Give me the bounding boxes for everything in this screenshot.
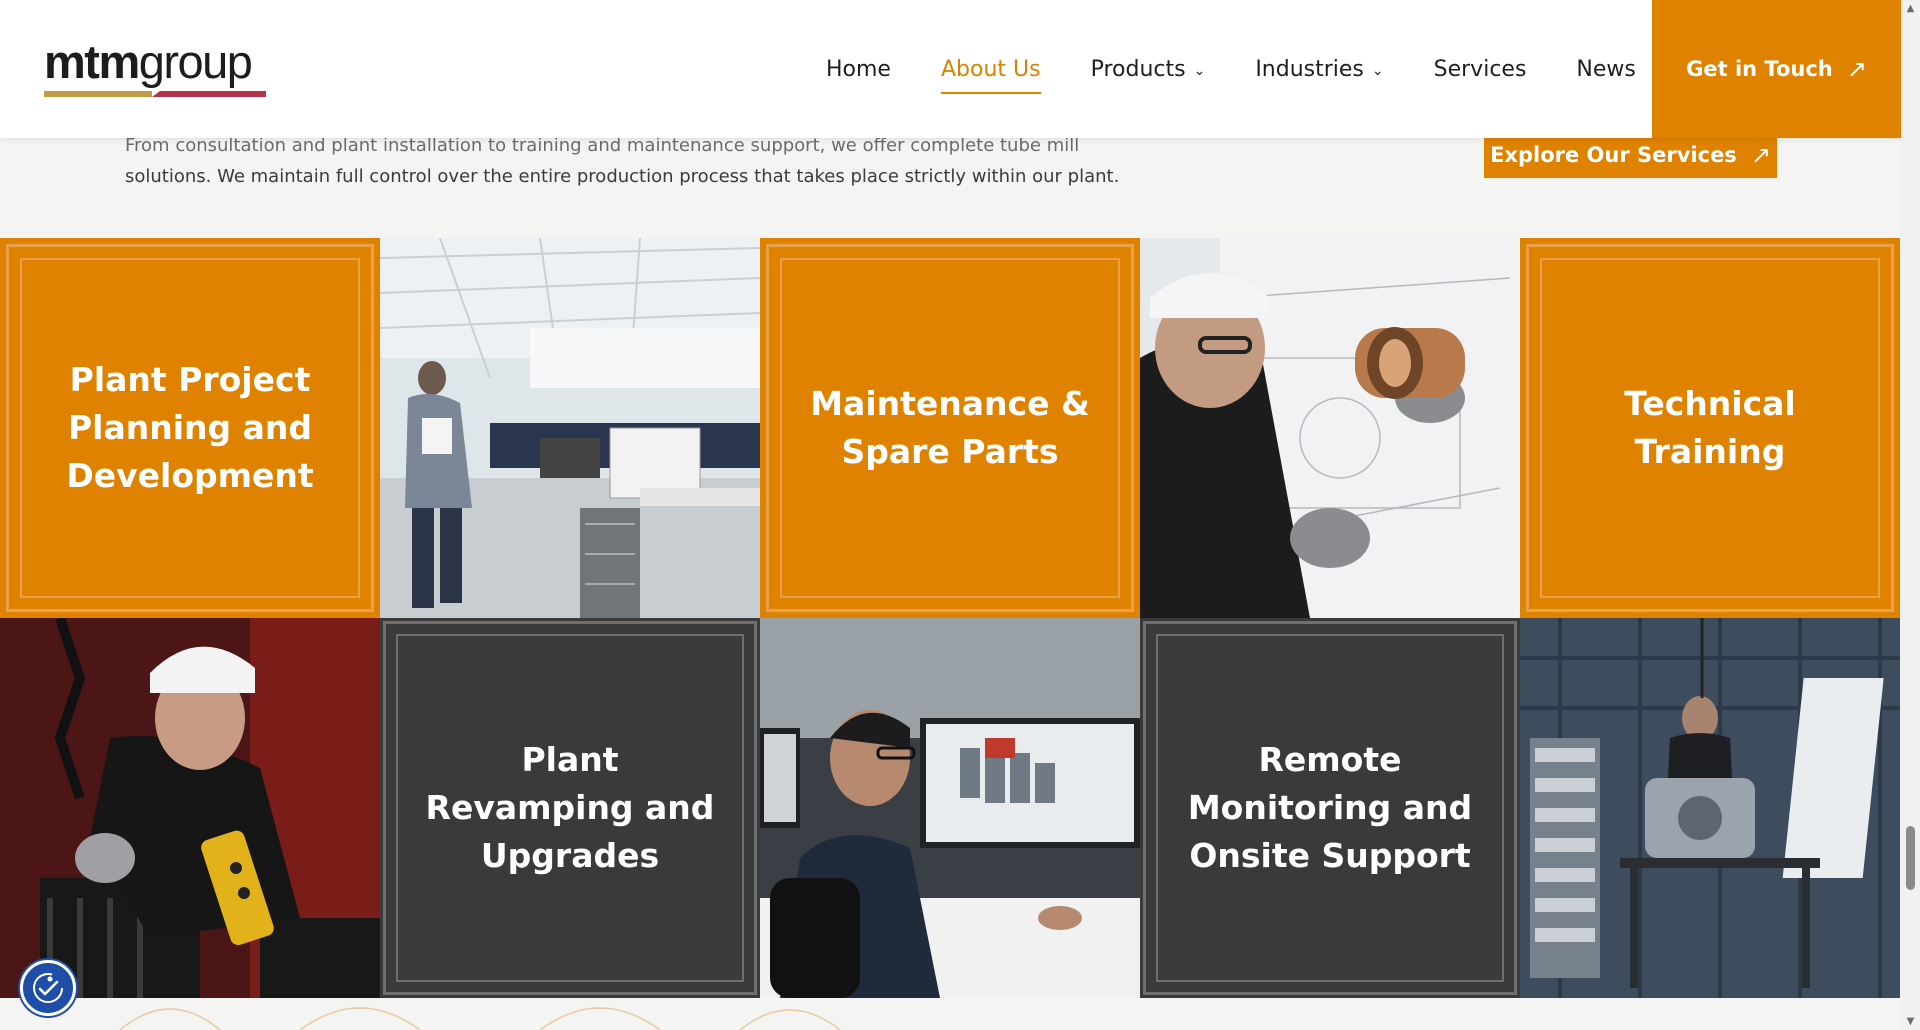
nav-home[interactable]: Home (826, 57, 891, 82)
nav-industries[interactable]: Industries ⌄ (1255, 57, 1383, 82)
photo-cad-engineer (760, 618, 1140, 998)
tile-plant-project-planning[interactable]: Plant Project Planning and Development (0, 238, 380, 618)
tile-title: Plant Revamping and Upgrades (425, 740, 715, 875)
tile-remote-monitoring[interactable]: Remote Monitoring and Onsite Support (1140, 618, 1520, 998)
scroll-thumb[interactable] (1906, 826, 1915, 890)
arrow-up-right-icon: ↗ (1846, 55, 1867, 83)
main-nav: Home About Us Products ⌄ Industries ⌄ Serv… (826, 0, 1686, 138)
tile-title: Plant Project Planning and Development (66, 360, 314, 495)
tile-title: Technical Training (1624, 384, 1796, 471)
accessibility-icon[interactable] (20, 960, 76, 1016)
logo-text-light: group (138, 35, 253, 88)
explore-services-button[interactable]: Explore Our Services ↗ (1484, 132, 1777, 178)
photo-engineer-part (1140, 238, 1520, 618)
tile-title: Maintenance & Spare Parts (810, 384, 1090, 471)
photo-office (380, 238, 760, 618)
chevron-down-icon: ⌄ (1193, 63, 1206, 79)
photo-workshop-technician (1520, 618, 1900, 998)
arrow-up-right-icon: ↗ (1750, 141, 1771, 169)
nav-products[interactable]: Products ⌄ (1091, 57, 1206, 82)
tile-technical-training[interactable]: Technical Training (1520, 238, 1900, 618)
tile-title: Remote Monitoring and Onsite Support (1187, 740, 1473, 875)
scroll-down-icon[interactable]: ▼ (1901, 1013, 1920, 1030)
site-header: mtmgroup Home About Us Products ⌄ Industr… (0, 0, 1901, 138)
page-scrollbar[interactable]: ▲ ▼ (1901, 0, 1920, 1030)
mtm-group-logo[interactable]: mtmgroup (44, 34, 274, 104)
tile-maintenance-spare-parts[interactable]: Maintenance & Spare Parts (760, 238, 1140, 618)
nav-services[interactable]: Services (1434, 57, 1527, 82)
logo-underline (44, 91, 266, 97)
scroll-up-icon[interactable]: ▲ (1901, 0, 1920, 17)
bottom-decoration (0, 998, 1901, 1030)
services-grid: Plant Project Planning and Development M… (0, 238, 1901, 998)
tile-plant-revamping[interactable]: Plant Revamping and Upgrades (380, 618, 760, 998)
services-intro-text: From consultation and plant installation… (125, 130, 1145, 192)
nav-about-us[interactable]: About Us (940, 57, 1041, 94)
nav-news[interactable]: News (1576, 57, 1635, 82)
get-in-touch-button[interactable]: Get in Touch ↗ (1652, 0, 1901, 138)
logo-text-bold: mtm (44, 35, 140, 88)
photo-crane-operator (0, 618, 380, 998)
chevron-down-icon: ⌄ (1371, 63, 1384, 79)
intro-line: solutions. We maintain full control over… (125, 166, 1120, 187)
